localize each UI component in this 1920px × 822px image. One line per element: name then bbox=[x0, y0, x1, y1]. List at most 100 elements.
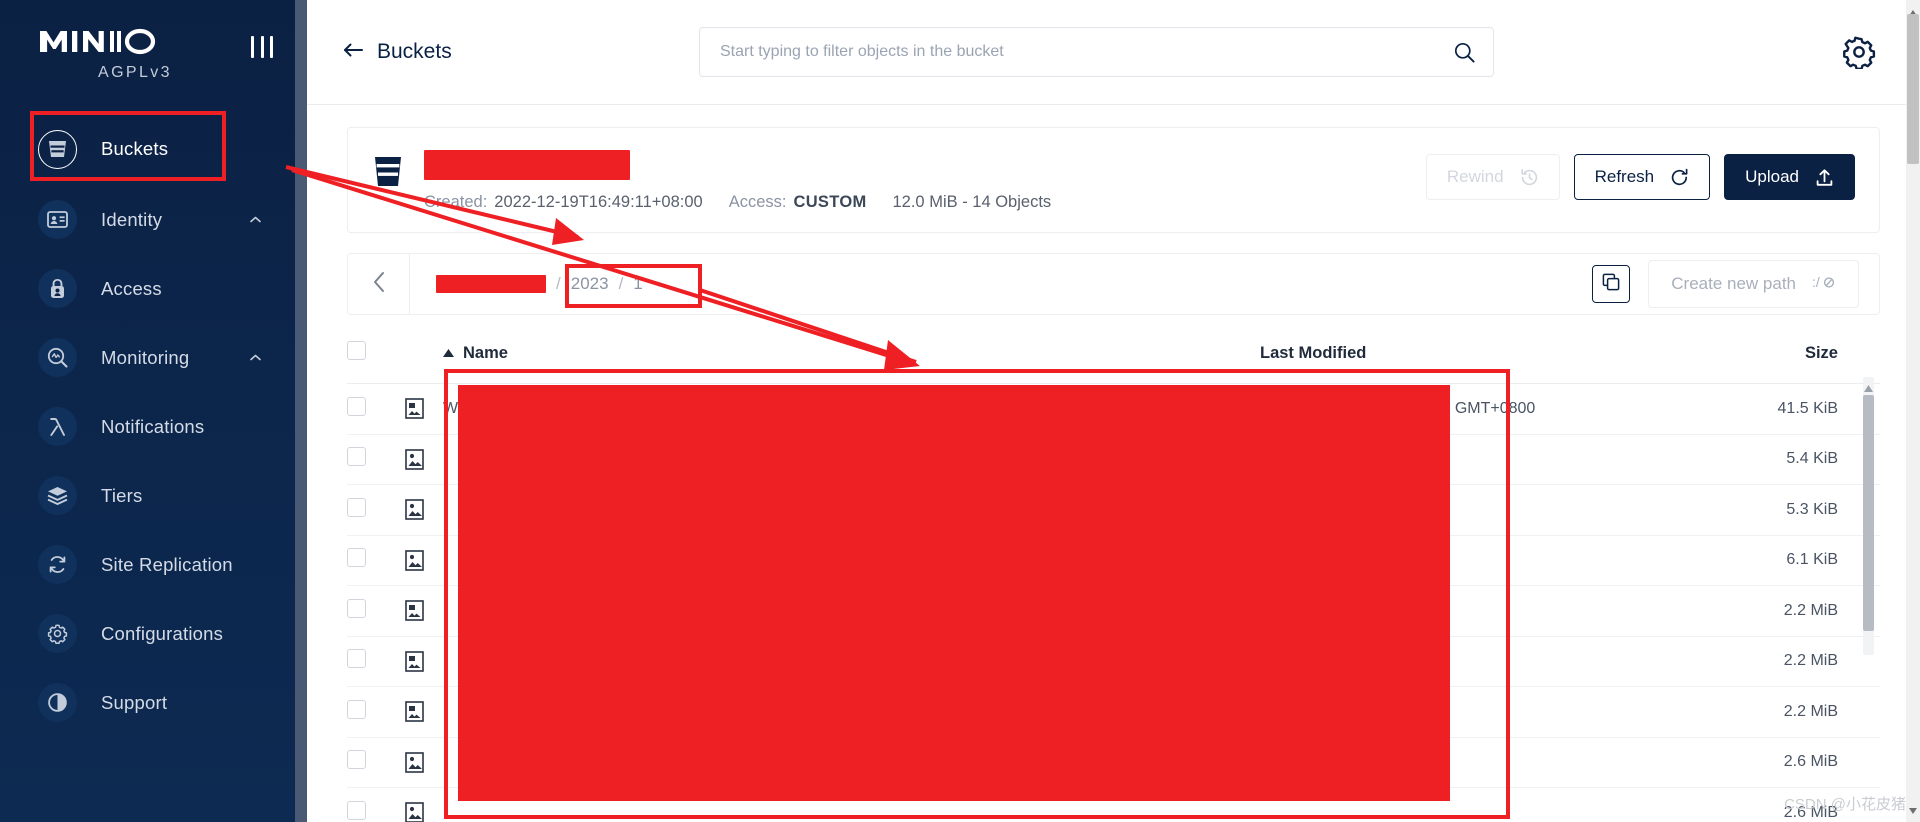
rewind-label: Rewind bbox=[1446, 167, 1504, 186]
row-checkbox[interactable] bbox=[347, 396, 366, 416]
row-checkbox[interactable] bbox=[347, 447, 366, 467]
page-scroll-down-icon[interactable] bbox=[1909, 801, 1917, 819]
row-name bbox=[443, 636, 1260, 687]
row-checkbox[interactable] bbox=[347, 598, 366, 618]
doc-file-icon bbox=[405, 650, 424, 672]
sidebar-item-identity[interactable]: Identity bbox=[0, 185, 307, 254]
row-checkbox[interactable] bbox=[347, 750, 366, 770]
search-input[interactable] bbox=[720, 43, 1454, 61]
create-new-path-button[interactable]: Create new path :/ bbox=[1648, 260, 1859, 308]
table-row[interactable]: 2.2 MiB bbox=[347, 636, 1880, 687]
row-last-modified bbox=[1260, 636, 1680, 687]
table-row[interactable]: 6.1 KiB bbox=[347, 535, 1880, 586]
hamburger-icon[interactable] bbox=[251, 36, 273, 58]
row-checkbox[interactable] bbox=[347, 699, 366, 719]
row-last-modified bbox=[1260, 585, 1680, 637]
sidebar-item-site-replication[interactable]: Site Replication bbox=[0, 530, 307, 599]
bucket-icon bbox=[372, 152, 404, 190]
sidebar-item-label: Access bbox=[101, 277, 162, 299]
row-checkbox[interactable] bbox=[347, 497, 366, 517]
row-size: 2.6 MiB bbox=[1680, 737, 1880, 788]
table-row[interactable]: 2.2 MiB bbox=[347, 585, 1880, 637]
row-last-modified bbox=[1260, 686, 1680, 738]
image-file-icon bbox=[405, 751, 424, 773]
row-name: Word_20230109221221747.doc bbox=[443, 383, 1260, 435]
sidebar-item-notifications[interactable]: Notifications bbox=[0, 392, 307, 461]
lock-person-icon bbox=[38, 269, 77, 308]
table-row[interactable]: 5.4 KiB bbox=[347, 434, 1880, 485]
image-file-icon bbox=[405, 802, 424, 822]
breadcrumb[interactable]: Buckets bbox=[343, 40, 452, 64]
page-scroll-thumb[interactable] bbox=[1907, 14, 1919, 164]
chevron-up-icon[interactable] bbox=[250, 352, 261, 363]
table-row[interactable]: 2.6 MiB bbox=[347, 787, 1880, 822]
row-checkbox[interactable] bbox=[347, 800, 366, 820]
chevron-up-icon[interactable] bbox=[250, 214, 261, 225]
upload-icon bbox=[1815, 168, 1834, 187]
search-icon[interactable] bbox=[1454, 42, 1475, 63]
object-filter-search[interactable] bbox=[699, 27, 1494, 77]
sidebar-item-monitoring[interactable]: Monitoring bbox=[0, 323, 307, 392]
back-arrow-icon[interactable] bbox=[343, 42, 363, 62]
monitor-search-icon bbox=[38, 338, 77, 377]
bucket-name-redacted bbox=[424, 150, 630, 180]
layers-icon bbox=[38, 476, 77, 515]
support-icon bbox=[38, 683, 77, 722]
row-name bbox=[443, 434, 1260, 485]
row-name bbox=[443, 535, 1260, 586]
sidebar-menu: Buckets Identity Access Monitoring Notif… bbox=[0, 113, 307, 737]
row-name bbox=[443, 585, 1260, 637]
refresh-icon bbox=[1670, 168, 1689, 187]
create-new-path-label: Create new path bbox=[1671, 274, 1796, 293]
row-size: 6.1 KiB bbox=[1680, 535, 1880, 586]
name-header-label: Name bbox=[463, 344, 508, 362]
name-header[interactable]: Name bbox=[443, 331, 1260, 384]
table-header-row: Name Last Modified Size bbox=[347, 331, 1880, 384]
select-all-checkbox[interactable] bbox=[347, 341, 366, 360]
sidebar-item-label: Configurations bbox=[101, 622, 224, 644]
row-select-cell bbox=[347, 585, 405, 637]
settings-gear-icon[interactable] bbox=[1842, 35, 1876, 70]
table-scrollbar[interactable] bbox=[1863, 377, 1874, 655]
table-row[interactable]: 2.2 MiB bbox=[347, 686, 1880, 738]
identity-card-icon bbox=[38, 200, 77, 239]
table-scroll-thumb[interactable] bbox=[1863, 395, 1874, 631]
rewind-clock-icon bbox=[1520, 168, 1539, 187]
sidebar-item-buckets[interactable]: Buckets bbox=[0, 113, 307, 185]
page-scrollbar[interactable] bbox=[1906, 0, 1920, 822]
path-segment-year[interactable]: 2023 bbox=[571, 274, 609, 294]
sidebar-item-configurations[interactable]: Configurations bbox=[0, 599, 307, 668]
size-header[interactable]: Size bbox=[1680, 331, 1880, 384]
upload-button[interactable]: Upload bbox=[1724, 154, 1855, 200]
access-label: Access: bbox=[728, 193, 787, 211]
refresh-button[interactable]: Refresh bbox=[1573, 154, 1711, 200]
sidebar-item-access[interactable]: Access bbox=[0, 254, 307, 323]
rewind-button[interactable]: Rewind bbox=[1425, 154, 1560, 200]
row-icon-cell bbox=[405, 434, 443, 485]
table-row[interactable]: 5.3 KiB bbox=[347, 484, 1880, 536]
sidebar-item-label: Notifications bbox=[101, 415, 205, 437]
path-segment-month[interactable]: 1 bbox=[633, 274, 642, 294]
row-checkbox[interactable] bbox=[347, 649, 366, 669]
row-checkbox[interactable] bbox=[347, 548, 366, 568]
bucket-icon bbox=[38, 129, 77, 169]
path-back-button[interactable] bbox=[348, 254, 410, 314]
image-file-icon bbox=[405, 499, 424, 521]
row-icon-cell bbox=[405, 484, 443, 536]
path-action-buttons: Create new path :/ bbox=[1592, 260, 1879, 308]
row-size: 5.4 KiB bbox=[1680, 434, 1880, 485]
table-row[interactable]: 2.6 MiB bbox=[347, 737, 1880, 788]
sidebar-item-support[interactable]: Support bbox=[0, 668, 307, 737]
row-select-cell bbox=[347, 383, 405, 435]
path-breadcrumbs[interactable]: / 2023 / 1 bbox=[410, 274, 1592, 294]
sidebar-item-tiers[interactable]: Tiers bbox=[0, 461, 307, 530]
last-modified-header[interactable]: Last Modified bbox=[1260, 331, 1680, 384]
icon-header bbox=[405, 331, 443, 384]
path-separator: / bbox=[556, 274, 561, 293]
sidebar-item-label: Site Replication bbox=[101, 553, 233, 575]
copy-icon bbox=[1602, 273, 1620, 296]
table-row[interactable]: Word_20230109221221747.doc Mon Jan 09 20… bbox=[347, 383, 1880, 435]
copy-path-button[interactable] bbox=[1592, 265, 1631, 303]
row-name bbox=[443, 484, 1260, 536]
svg-text::/: :/ bbox=[1812, 274, 1820, 290]
